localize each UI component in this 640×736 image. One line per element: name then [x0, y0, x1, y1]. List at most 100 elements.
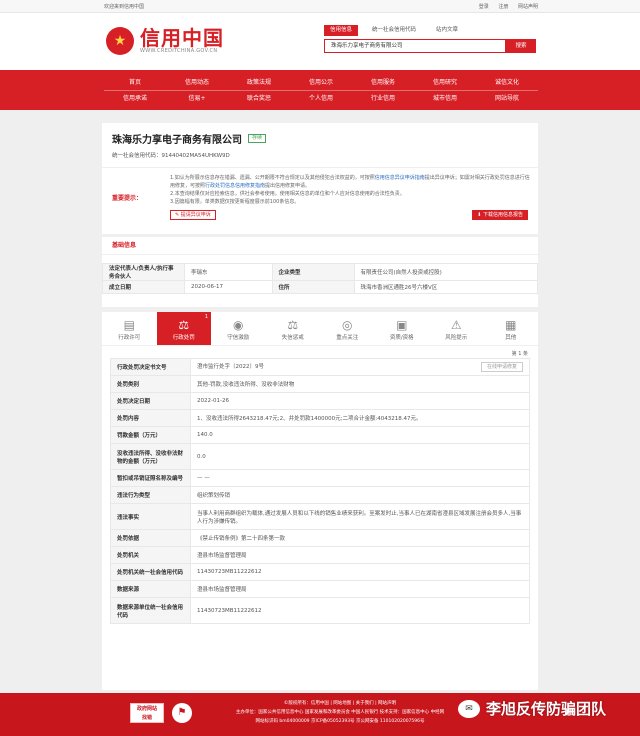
- nav-credit-public[interactable]: 信用公示: [290, 75, 352, 90]
- legal-rep-label: 法定代表人/负责人/执行事务合伙人: [102, 263, 185, 281]
- logo-title: 信用中国: [140, 26, 224, 50]
- address-label: 住所: [271, 280, 355, 294]
- records-card: ▤ 行政许可 1 ⚖ 行政处罚 ◉ 守信激励 ⚖ 失信惩戒 ◎ 重点关注 ▣ 资质/资格 ⚠ 风…: [102, 312, 538, 690]
- nav-site-map[interactable]: 网站导航: [476, 91, 538, 105]
- nav-home[interactable]: 首页: [104, 75, 166, 90]
- record-tabs: ▤ 行政许可 1 ⚖ 行政处罚 ◉ 守信激励 ⚖ 失信惩戒 ◎ 重点关注 ▣ 资质/资格 ⚠ 风…: [102, 312, 538, 346]
- penalty-table: 行政处罚决定书文号 澄市监行处字〔2022〕9号 在线申请修复 处罚类别 其他-罚款,…: [110, 358, 530, 624]
- address-value: 珠海市香洲区通胜26号六楼V区: [353, 280, 538, 294]
- site-logo[interactable]: ★ 信用中国 WWW.CREDITCHINA.GOV.CN: [106, 27, 224, 55]
- main-nav: 首页 信用动态 政策法规 信用公示 信用服务 信用研究 诚信文化 信用承诺 信易…: [0, 70, 640, 110]
- tab-admin-penalty[interactable]: 1 ⚖ 行政处罚: [156, 312, 211, 345]
- legal-rep-value: 李瑞东: [184, 263, 273, 281]
- basic-info-title: 基础信息: [102, 237, 538, 255]
- register-link[interactable]: 注册: [498, 4, 508, 10]
- tab-trust-incentive[interactable]: ◉ 守信激励: [211, 312, 266, 345]
- repair-apply-button[interactable]: 在线申请修复: [480, 362, 523, 372]
- search-area: 信用信息 统一社会信用代码 站内文章 珠海乐力享电子商务有限公司 搜索: [324, 25, 536, 53]
- page-info: 第 1 条: [511, 351, 528, 357]
- welcome-text: 欢迎来到信用中国: [104, 3, 145, 10]
- company-name: 珠海乐力享电子商务有限公司: [112, 135, 242, 146]
- objection-button[interactable]: ✎ 提请异议申诉: [170, 210, 216, 220]
- top-links: 登录 注册 网站声明: [471, 3, 538, 10]
- table-row: 违法事实 当事人利用商群组织为载体,通过发展人员和以下线的销售业绩来获利。至案发时…: [110, 503, 530, 530]
- national-emblem-icon: ★: [106, 27, 134, 55]
- table-row: 暂扣或吊销证照名称及编号 — —: [110, 469, 530, 487]
- table-row: 没收违法所得、没收非法财物的金额（万元） 0.0: [110, 443, 530, 470]
- important-notice: 重要提示： 1.如认为所展示信息存在错漏、遗漏、公开期限不符合规定以及其他侵犯合…: [102, 167, 538, 227]
- tab-key-focus[interactable]: ◎ 重点关注: [320, 312, 375, 345]
- gov-site-error-badge[interactable]: 政府网站 找错: [130, 703, 164, 723]
- founded-value: 2020-06-17: [184, 280, 273, 294]
- nav-credit-news[interactable]: 信用动态: [166, 75, 228, 90]
- search-tab-articles[interactable]: 站内文章: [430, 25, 464, 36]
- search-button[interactable]: 搜索: [506, 39, 536, 53]
- tab-qualification[interactable]: ▣ 资质/资格: [375, 312, 430, 345]
- watermark-text: 李旭反传防骗团队: [486, 700, 607, 718]
- wechat-icon: ✉: [458, 699, 480, 718]
- table-row: 法定代表人/负责人/执行事务合伙人 李瑞东 企业类型 有限责任公司(自然人投资或…: [102, 263, 538, 281]
- nav-xinyi-plus[interactable]: 信易+: [166, 91, 228, 105]
- grid-icon: ▦: [505, 318, 517, 332]
- search-tab-credit-code[interactable]: 统一社会信用代码: [366, 25, 422, 36]
- statement-link[interactable]: 网站声明: [518, 4, 538, 10]
- tab-risk-warning[interactable]: ⚠ 风险提示: [429, 312, 484, 345]
- notice-line-3: 3.因篇幅有限，单类数据仅按更新程度展示前100条信息。: [170, 199, 300, 205]
- basic-info-table: 法定代表人/负责人/执行事务合伙人 李瑞东 企业类型 有限责任公司(自然人投资或…: [102, 263, 538, 294]
- penalty-count: 1: [204, 314, 208, 320]
- nav-integrity-culture[interactable]: 诚信文化: [476, 75, 538, 90]
- footer-sponsor: 主办单位：国家公共信用信息中心 国家发展和改革委员会 中国人民银行 技术支持：国…: [235, 710, 445, 715]
- table-row: 数据来源 澄县市场监督管理局: [110, 580, 530, 598]
- table-row: 处罚依据 《禁止传销条例》第二十四条第一款: [110, 529, 530, 547]
- tab-other[interactable]: ▦ 其他: [484, 312, 539, 345]
- company-card: 珠海乐力享电子商务有限公司 存续 统一社会信用代码：91440402MA54UH…: [102, 123, 538, 234]
- scale-icon: ⚖: [287, 318, 299, 332]
- table-row: 罚款金额（万元） 140.0: [110, 426, 530, 444]
- tab-dishonesty-punish[interactable]: ⚖ 失信惩戒: [266, 312, 321, 345]
- table-row: 处罚机关 澄县市场监督管理局: [110, 546, 530, 564]
- objection-guide-link[interactable]: 信用信息异议申诉指南: [375, 175, 425, 181]
- nav-credit-commitment[interactable]: 信用承诺: [104, 91, 166, 105]
- nav-credit-research[interactable]: 信用研究: [414, 75, 476, 90]
- table-row: 处罚决定日期 2022-01-26: [110, 392, 530, 410]
- table-row: 成立日期 2020-06-17 住所 珠海市香洲区通胜26号六楼V区: [102, 280, 538, 294]
- decision-number: 澄市监行处字〔2022〕9号: [197, 364, 264, 370]
- gavel-icon: ⚖: [178, 318, 190, 332]
- focus-icon: ◎: [342, 318, 353, 332]
- repair-guide-link[interactable]: 行政处罚信息信用修复指南: [205, 183, 265, 189]
- table-row: 行政处罚决定书文号 澄市监行处字〔2022〕9号 在线申请修复: [110, 358, 530, 376]
- footer-links[interactable]: ©版权所有：信用中国 | 网站地图 | 关于我们 | 网站声明: [210, 699, 470, 708]
- status-badge: 存续: [248, 134, 267, 143]
- basic-info-card: 基础信息 法定代表人/负责人/执行事务合伙人 李瑞东 企业类型 有限责任公司(自…: [102, 237, 538, 307]
- download-report-button[interactable]: ⬇ 下载信用信息报告: [472, 210, 528, 220]
- enterprise-type-label: 企业类型: [271, 263, 355, 281]
- notice-label: 重要提示：: [112, 195, 143, 202]
- nav-joint-reward[interactable]: 联合奖惩: [228, 91, 290, 105]
- search-tab-credit-info[interactable]: 信用信息: [324, 25, 359, 36]
- nav-credit-service[interactable]: 信用服务: [352, 75, 414, 90]
- enterprise-type-value: 有限责任公司(自然人投资或控股): [353, 263, 538, 281]
- notice-line-2: 2.本查询结果仅对应检索信息，供社会参考使用。使用相关信息的单位和个人应对信息使…: [170, 191, 405, 197]
- search-input[interactable]: 珠海乐力享电子商务有限公司: [324, 39, 506, 53]
- nav-city-credit[interactable]: 城市信用: [414, 91, 476, 105]
- tab-admin-license[interactable]: ▤ 行政许可: [102, 312, 157, 345]
- incentive-icon: ◉: [233, 318, 244, 332]
- table-row: 处罚机关统一社会信用代码 11430723MB11222612: [110, 563, 530, 581]
- watermark: ✉ 李旭反传防骗团队: [458, 698, 606, 719]
- certificate-icon: ▣: [396, 318, 408, 332]
- nav-policy[interactable]: 政策法规: [228, 75, 290, 90]
- top-bar: 欢迎来到信用中国 登录 注册 网站声明: [0, 0, 640, 13]
- warning-icon: ⚠: [450, 318, 462, 332]
- table-row: 违法行为类型 组织策划传销: [110, 486, 530, 504]
- table-row: 处罚内容 1、没收违法所得2643218.47元;2、并处罚款1400000元;二…: [110, 409, 530, 427]
- notice-line-1: 1.如认为所展示信息存在错漏、遗漏、公开期限不符合规定以及其他侵犯合法权益的，可…: [170, 175, 530, 189]
- nav-personal-credit[interactable]: 个人信用: [290, 91, 352, 105]
- founded-label: 成立日期: [102, 280, 185, 294]
- license-icon: ▤: [123, 318, 135, 332]
- header: ★ 信用中国 WWW.CREDITCHINA.GOV.CN 信用信息 统一社会信…: [0, 13, 640, 70]
- nav-industry-credit[interactable]: 行业信用: [352, 91, 414, 105]
- footer-icp: 网站标识码 bm04000009 京ICP备05052393号 京公网安备 11…: [255, 719, 425, 724]
- login-link[interactable]: 登录: [479, 4, 489, 10]
- credit-code: 统一社会信用代码：91440402MA54UHKW9D: [112, 153, 230, 159]
- police-badge-icon[interactable]: ⚑: [172, 703, 192, 723]
